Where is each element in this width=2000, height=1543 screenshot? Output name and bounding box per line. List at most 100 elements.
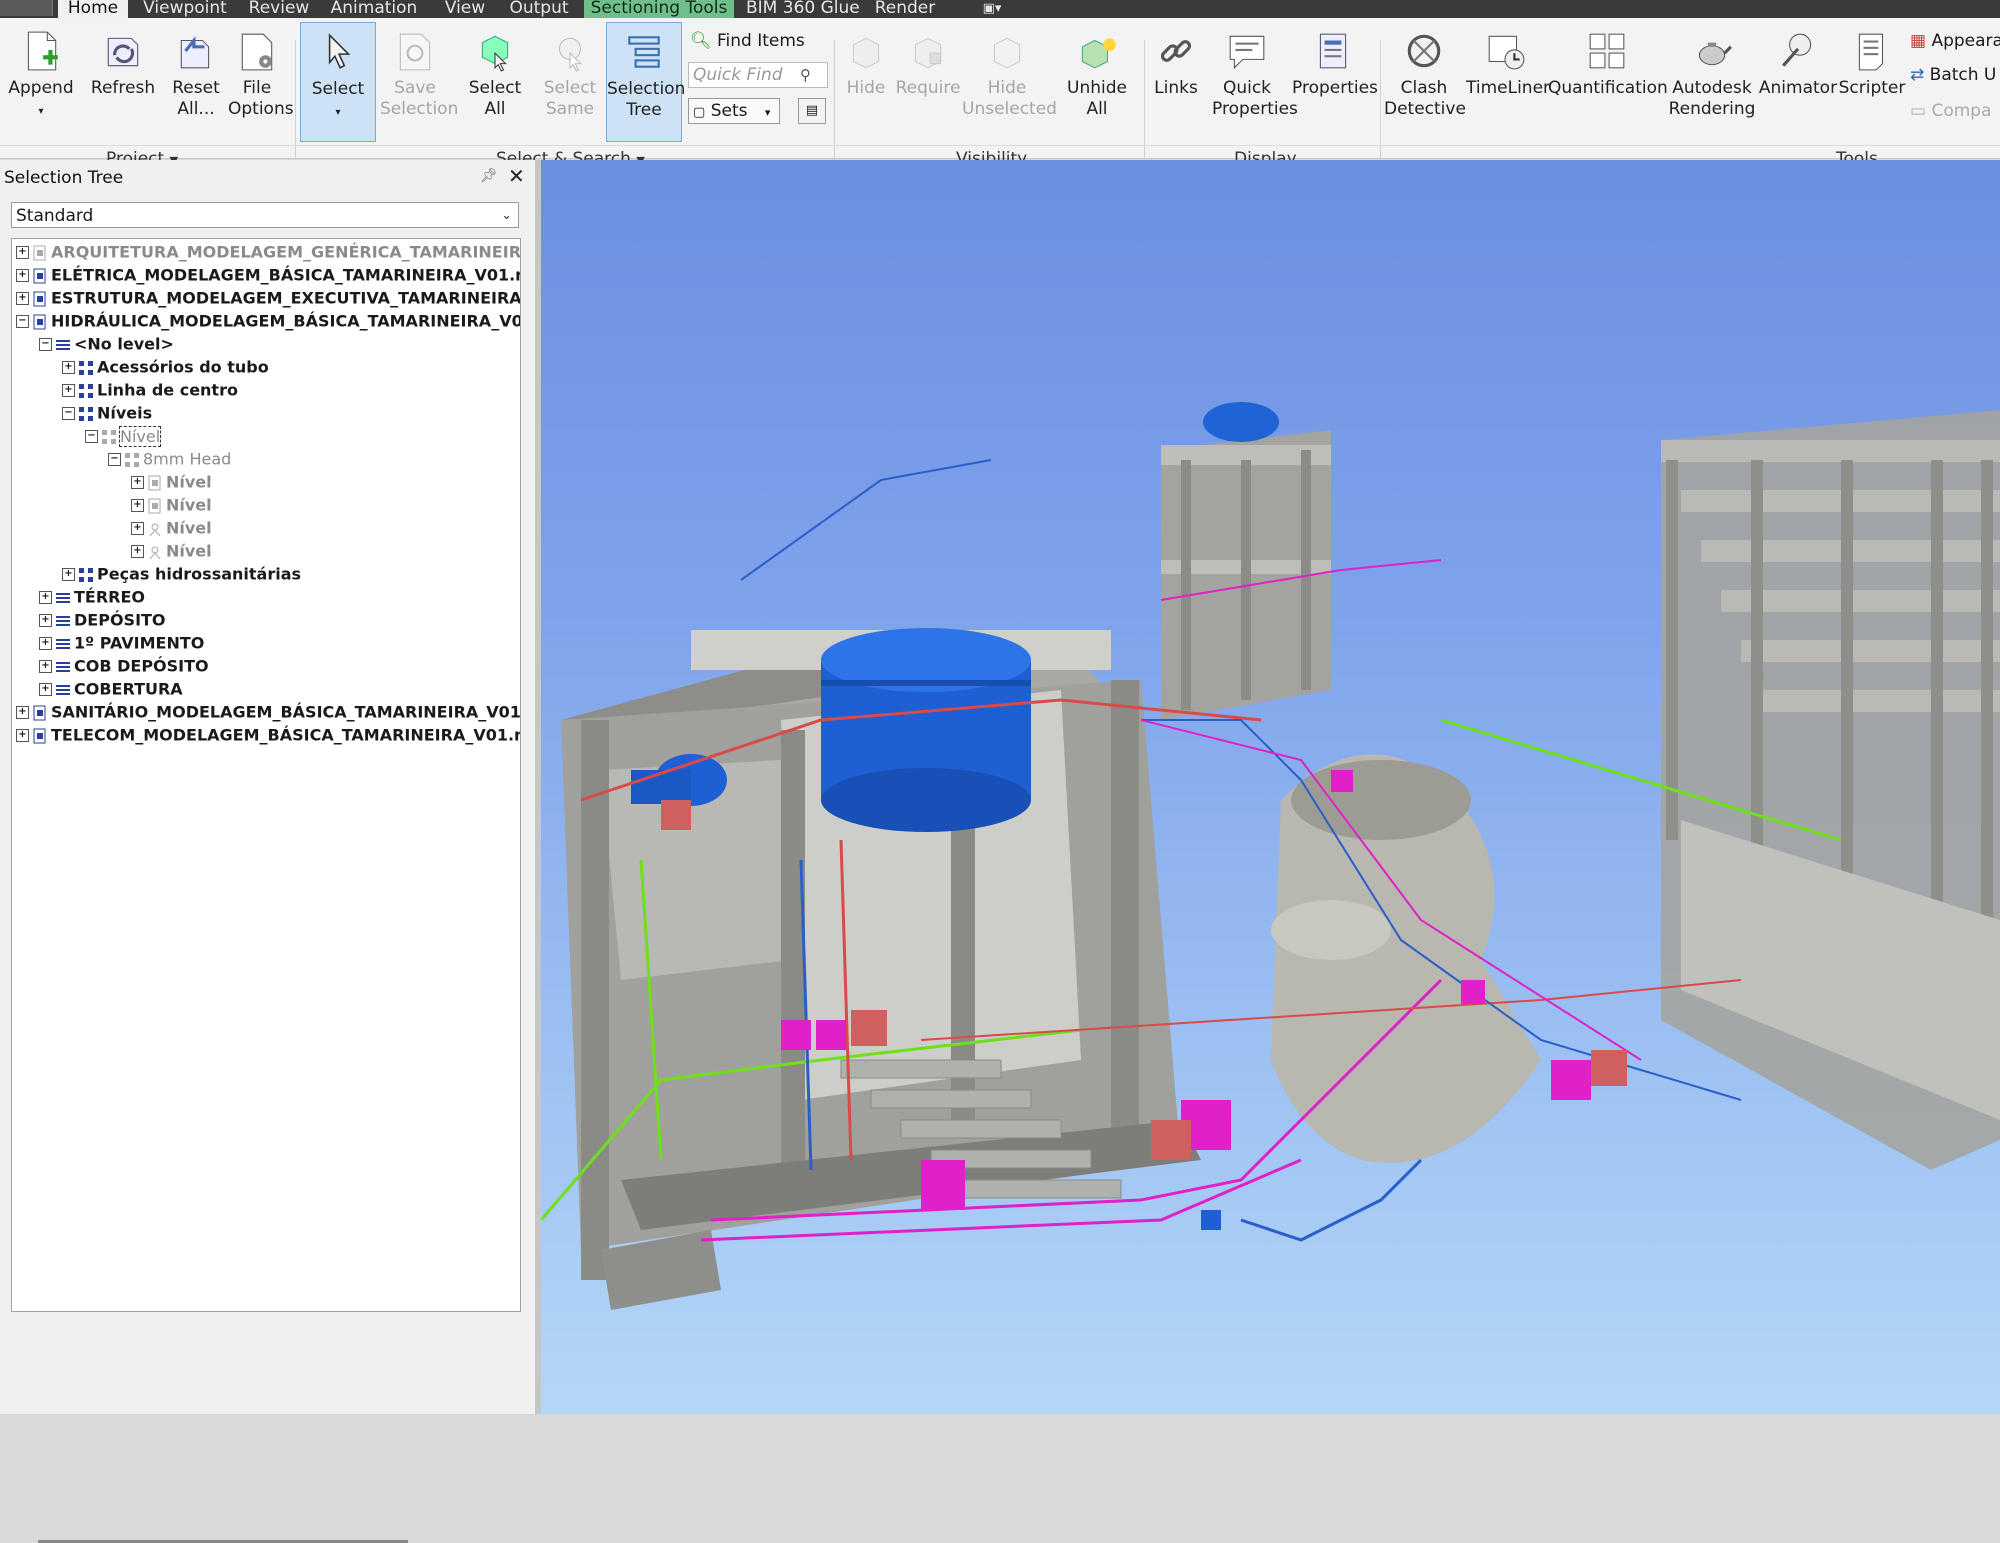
tree-node[interactable]: − Níveis — [62, 402, 152, 424]
tree-node[interactable]: + Nível — [131, 494, 212, 516]
tree-node[interactable]: +1º PAVIMENTO — [39, 632, 204, 654]
expand-icon[interactable]: + — [39, 591, 52, 604]
tree-node[interactable]: + TÉRREO — [39, 586, 145, 608]
tree-node[interactable]: + Linha de centro — [62, 379, 238, 401]
batch-utility-button[interactable]: ⇄ Batch U — [1910, 62, 1996, 88]
expand-icon[interactable]: + — [39, 660, 52, 673]
tab-render[interactable]: Render — [872, 0, 938, 18]
sets-dropdown[interactable]: ▢ Sets ▾ — [688, 98, 780, 124]
appearance-profiler-button[interactable]: ▦ Appeara — [1910, 28, 2000, 54]
expand-icon[interactable]: + — [16, 729, 29, 742]
tree-node[interactable]: + Peças hidrossanitárias — [62, 563, 301, 585]
expand-icon[interactable]: + — [131, 545, 144, 558]
tree-node[interactable]: + COB DEPÓSITO — [39, 655, 209, 677]
tab-output[interactable]: Output — [506, 0, 572, 18]
tab-home[interactable]: Home — [58, 0, 128, 18]
tree-node[interactable]: + Nível — [131, 471, 212, 493]
tree-node[interactable]: + ELÉTRICA_MODELAGEM_BÁSICA_TAMARINEIRA_V… — [16, 264, 520, 286]
expand-icon[interactable]: + — [16, 246, 29, 259]
expand-icon[interactable]: + — [39, 683, 52, 696]
selection-tree-panel: Selection Tree 📌︎ ✕ Standard ⌄ + ARQUITETU… — [0, 160, 541, 1543]
tree-node[interactable]: − 8mm Head — [108, 448, 231, 470]
chain-link-icon — [1160, 40, 1192, 62]
tree-node[interactable]: − Nível — [85, 425, 162, 447]
select-all-button[interactable]: Select All — [460, 22, 530, 142]
tree-node[interactable]: + Nível — [131, 517, 212, 539]
tree-node[interactable]: + Acessórios do tubo — [62, 356, 269, 378]
expand-icon[interactable]: + — [39, 637, 52, 650]
manage-sets-icon[interactable]: ▤ — [798, 98, 826, 124]
append-button[interactable]: Append ▾ — [4, 22, 78, 142]
tree-node-label: Linha de centro — [97, 380, 238, 400]
expand-icon[interactable]: + — [16, 269, 29, 282]
clash-detective-button[interactable]: Clash Detective — [1384, 22, 1466, 142]
collapse-icon[interactable]: − — [39, 338, 52, 351]
tree-node[interactable]: + TELECOM_MODELAGEM_BÁSICA_TAMARINEIRA_V0… — [16, 724, 520, 746]
tab-view[interactable]: View — [440, 0, 490, 18]
collapse-icon[interactable]: − — [108, 453, 121, 466]
expand-icon[interactable]: + — [131, 499, 144, 512]
close-icon[interactable]: ✕ — [508, 164, 525, 188]
selection-tree[interactable]: + ARQUITETURA_MODELAGEM_GENÉRICA_TAMARINE… — [11, 238, 521, 1312]
save-selection-button[interactable]: Save Selection — [380, 22, 458, 142]
scripter-button[interactable]: Scripter — [1838, 22, 1906, 142]
camera-dropdown-icon[interactable]: ▣▾ — [974, 0, 1010, 18]
tree-node-label: Acessórios do tubo — [97, 357, 269, 377]
tree-node[interactable]: − HIDRÁULICA_MODELAGEM_BÁSICA_TAMARINEIRA… — [16, 310, 521, 332]
quantification-button[interactable]: Quantification — [1548, 22, 1668, 142]
expand-icon[interactable]: + — [131, 476, 144, 489]
expand-icon[interactable]: + — [62, 384, 75, 397]
file-options-button[interactable]: File Options — [228, 22, 294, 142]
reset-all-button[interactable]: Reset All... — [164, 22, 228, 142]
animator-button[interactable]: Animator — [1758, 22, 1838, 142]
tree-node[interactable]: + SANITÁRIO_MODELAGEM_BÁSICA_TAMARINEIRA_… — [16, 701, 520, 723]
hide-button[interactable]: Hide — [840, 22, 892, 142]
tree-node[interactable]: + ARQUITETURA_MODELAGEM_GENÉRICA_TAMARINE… — [16, 241, 520, 263]
collapse-icon[interactable]: − — [85, 430, 98, 443]
collapse-icon[interactable]: − — [62, 407, 75, 420]
tab-sectioning-tools[interactable]: Sectioning Tools — [584, 0, 734, 18]
tab-bim-360-glue[interactable]: BIM 360 Glue — [746, 0, 860, 18]
expand-icon[interactable]: + — [16, 706, 29, 719]
tree-node[interactable]: + ESTRUTURA_MODELAGEM_EXECUTIVA_TAMARINEI… — [16, 287, 520, 309]
tab-review[interactable]: Review — [246, 0, 312, 18]
selection-tree-button[interactable]: Selection Tree — [606, 22, 685, 142]
scripter-icon — [1858, 33, 1884, 71]
refresh-button[interactable]: Refresh — [88, 22, 158, 142]
expand-icon[interactable]: + — [16, 292, 29, 305]
quick-properties-button[interactable]: Quick Properties — [1212, 22, 1298, 142]
autodesk-rendering-button[interactable]: Autodesk Rendering — [1666, 22, 1758, 142]
collapse-icon[interactable]: − — [16, 315, 29, 328]
3d-viewport[interactable] — [541, 160, 2000, 1414]
tab-animation[interactable]: Animation — [326, 0, 422, 18]
select-button[interactable]: Select ▾ — [300, 22, 376, 142]
expand-icon[interactable]: + — [62, 568, 75, 581]
expand-icon[interactable]: + — [131, 522, 144, 535]
group-icon — [78, 360, 94, 376]
bim-model-scene — [541, 402, 2000, 1310]
links-button[interactable]: Links — [1150, 22, 1202, 142]
unhide-all-button[interactable]: Unhide All — [1062, 22, 1132, 142]
require-button[interactable]: Require — [894, 22, 962, 142]
tab-viewpoint[interactable]: Viewpoint — [140, 0, 230, 18]
tree-node[interactable]: − <No level> — [39, 333, 174, 355]
tree-view-dropdown[interactable]: Standard ⌄ — [11, 202, 519, 228]
tree-node[interactable]: + COBERTURA — [39, 678, 183, 700]
timeliner-icon — [1488, 35, 1525, 70]
pin-icon[interactable]: 📌︎ — [480, 168, 498, 184]
expand-icon[interactable]: + — [62, 361, 75, 374]
tree-node[interactable]: + Nível — [131, 540, 212, 562]
tree-node[interactable]: + DEPÓSITO — [39, 609, 166, 631]
hide-unselected-button[interactable]: Hide Unselected — [962, 22, 1057, 142]
application-menu-button[interactable] — [0, 0, 53, 16]
compare-button[interactable]: ▭ Compa — [1910, 98, 1992, 124]
expand-icon[interactable]: + — [39, 614, 52, 627]
select-same-button[interactable]: Select Same — [536, 22, 604, 142]
append-icon — [27, 31, 58, 71]
find-items-button[interactable]: 🔍︎ Find Items — [690, 28, 805, 54]
quick-find-search-icon[interactable]: ⚲ — [800, 62, 811, 88]
timeliner-button[interactable]: TimeLiner — [1466, 22, 1550, 142]
tree-node-label: HIDRÁULICA_MODELAGEM_BÁSICA_TAMARINEIRA_… — [51, 311, 521, 331]
properties-button[interactable]: Properties — [1292, 22, 1378, 142]
tree-node-label: DEPÓSITO — [74, 610, 166, 630]
